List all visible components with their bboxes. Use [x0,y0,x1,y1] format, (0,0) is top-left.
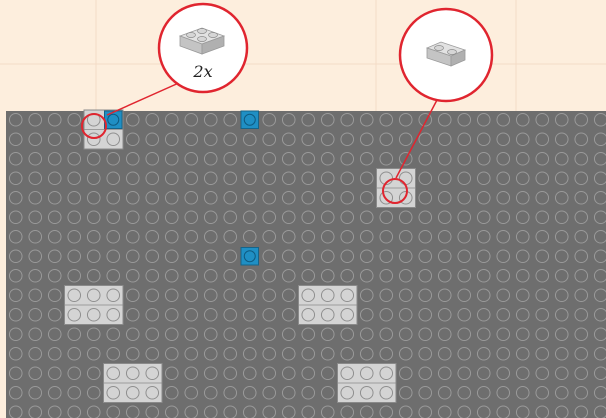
quantity-label: 2x [192,62,212,81]
callout-left: 2x [157,2,249,94]
plate-2x3-light-gray-bottom-left [103,363,163,403]
plate-2x3-light-gray-bottom-right [337,363,397,403]
plate-2x2-light-gray-right [376,168,416,208]
leader-line-left [106,81,182,116]
background-guides [0,0,606,111]
callout-right [398,7,494,103]
build-step-diagram: 2x [0,0,606,418]
plate-2x3-light-gray-left [64,285,124,325]
tile-1x1-blue-c [240,247,259,266]
tile-1x1-blue-b [240,110,259,129]
baseplate-body [6,111,606,418]
baseplate [6,111,606,418]
instruction-step-canvas: 2x [0,0,606,418]
plate-2x3-light-gray-center [298,285,358,325]
tile-1x1-blue-a [104,110,123,129]
